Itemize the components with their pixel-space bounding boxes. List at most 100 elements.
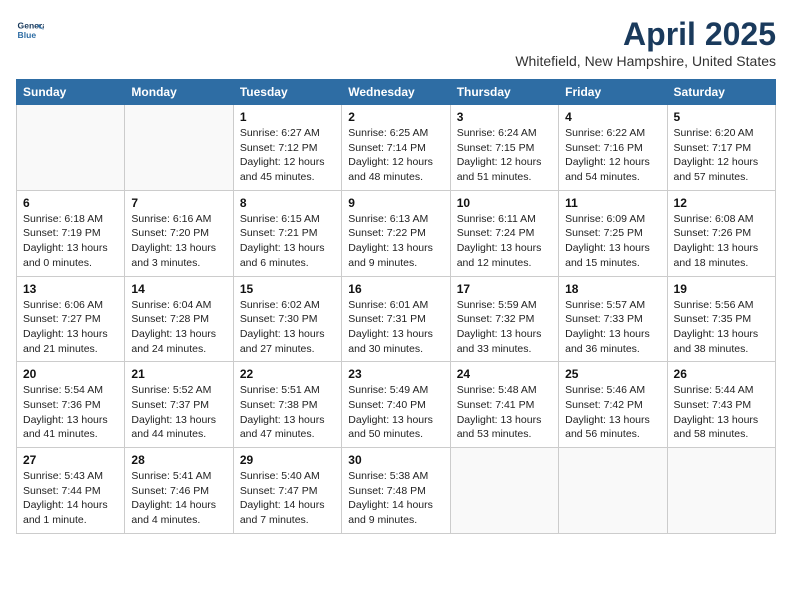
table-row: 5 Sunrise: 6:20 AM Sunset: 7:17 PM Daylig… — [667, 105, 775, 191]
table-row: 14 Sunrise: 6:04 AM Sunset: 7:28 PM Dayli… — [125, 276, 233, 362]
table-row: 13 Sunrise: 6:06 AM Sunset: 7:27 PM Dayli… — [17, 276, 125, 362]
table-row: 16Sunrise: 6:01 AM Sunset: 7:31 PM Dayli… — [342, 276, 450, 362]
day-number: 8 — [240, 196, 335, 210]
day-info: Sunrise: 5:43 AM Sunset: 7:44 PM Dayligh… — [23, 469, 118, 528]
day-number: 23 — [348, 367, 443, 381]
day-info: Sunrise: 5:56 AM Sunset: 7:35 PM Dayligh… — [674, 298, 769, 357]
day-info: Sunrise: 6:22 AM Sunset: 7:16 PM Dayligh… — [565, 126, 660, 185]
day-number: 15 — [240, 282, 335, 296]
calendar-week-row: 1 Sunrise: 6:27 AM Sunset: 7:12 PM Daylig… — [17, 105, 776, 191]
day-number: 7 — [131, 196, 226, 210]
day-number: 12 — [674, 196, 769, 210]
day-number: 13 — [23, 282, 118, 296]
header: General Blue April 2025 Whitefield, New … — [16, 16, 776, 69]
day-info: Sunrise: 6:04 AM Sunset: 7:28 PM Dayligh… — [131, 298, 226, 357]
day-info: Sunrise: 5:38 AM Sunset: 7:48 PM Dayligh… — [348, 469, 443, 528]
day-info: Sunrise: 6:09 AM Sunset: 7:25 PM Dayligh… — [565, 212, 660, 271]
day-info: Sunrise: 6:08 AM Sunset: 7:26 PM Dayligh… — [674, 212, 769, 271]
day-number: 4 — [565, 110, 660, 124]
table-row: 22Sunrise: 5:51 AM Sunset: 7:38 PM Dayli… — [233, 362, 341, 448]
day-number: 10 — [457, 196, 552, 210]
col-tuesday: Tuesday — [233, 80, 341, 105]
table-row: 17Sunrise: 5:59 AM Sunset: 7:32 PM Dayli… — [450, 276, 558, 362]
col-monday: Monday — [125, 80, 233, 105]
table-row: 8 Sunrise: 6:15 AM Sunset: 7:21 PM Daylig… — [233, 190, 341, 276]
day-info: Sunrise: 6:20 AM Sunset: 7:17 PM Dayligh… — [674, 126, 769, 185]
logo-icon: General Blue — [16, 16, 44, 44]
table-row: 9 Sunrise: 6:13 AM Sunset: 7:22 PM Daylig… — [342, 190, 450, 276]
table-row: 28 Sunrise: 5:41 AM Sunset: 7:46 PM Dayli… — [125, 448, 233, 534]
table-row — [125, 105, 233, 191]
day-number: 20 — [23, 367, 118, 381]
day-info: Sunrise: 6:11 AM Sunset: 7:24 PM Dayligh… — [457, 212, 552, 271]
table-row: 23Sunrise: 5:49 AM Sunset: 7:40 PM Dayli… — [342, 362, 450, 448]
calendar-body: 1 Sunrise: 6:27 AM Sunset: 7:12 PM Daylig… — [17, 105, 776, 534]
table-row: 30 Sunrise: 5:38 AM Sunset: 7:48 PM Dayli… — [342, 448, 450, 534]
table-row: 25 Sunrise: 5:46 AM Sunset: 7:42 PM Dayli… — [559, 362, 667, 448]
day-number: 2 — [348, 110, 443, 124]
day-number: 9 — [348, 196, 443, 210]
col-saturday: Saturday — [667, 80, 775, 105]
title-block: April 2025 Whitefield, New Hampshire, Un… — [515, 16, 776, 69]
table-row: 18Sunrise: 5:57 AM Sunset: 7:33 PM Dayli… — [559, 276, 667, 362]
day-number: 24 — [457, 367, 552, 381]
table-row: 15Sunrise: 6:02 AM Sunset: 7:30 PM Dayli… — [233, 276, 341, 362]
col-wednesday: Wednesday — [342, 80, 450, 105]
page-title: April 2025 — [515, 16, 776, 53]
day-info: Sunrise: 5:46 AM Sunset: 7:42 PM Dayligh… — [565, 383, 660, 442]
page-subtitle: Whitefield, New Hampshire, United States — [515, 53, 776, 69]
day-info: Sunrise: 6:24 AM Sunset: 7:15 PM Dayligh… — [457, 126, 552, 185]
day-number: 21 — [131, 367, 226, 381]
table-row — [450, 448, 558, 534]
day-info: Sunrise: 5:57 AM Sunset: 7:33 PM Dayligh… — [565, 298, 660, 357]
day-info: Sunrise: 6:15 AM Sunset: 7:21 PM Dayligh… — [240, 212, 335, 271]
table-row: 2 Sunrise: 6:25 AM Sunset: 7:14 PM Daylig… — [342, 105, 450, 191]
table-row: 12 Sunrise: 6:08 AM Sunset: 7:26 PM Dayli… — [667, 190, 775, 276]
day-number: 19 — [674, 282, 769, 296]
day-number: 6 — [23, 196, 118, 210]
day-info: Sunrise: 6:27 AM Sunset: 7:12 PM Dayligh… — [240, 126, 335, 185]
table-row: 10 Sunrise: 6:11 AM Sunset: 7:24 PM Dayli… — [450, 190, 558, 276]
day-number: 16 — [348, 282, 443, 296]
day-number: 26 — [674, 367, 769, 381]
day-number: 5 — [674, 110, 769, 124]
day-info: Sunrise: 5:54 AM Sunset: 7:36 PM Dayligh… — [23, 383, 118, 442]
table-row: 27Sunrise: 5:43 AM Sunset: 7:44 PM Dayli… — [17, 448, 125, 534]
day-number: 1 — [240, 110, 335, 124]
day-number: 17 — [457, 282, 552, 296]
day-number: 29 — [240, 453, 335, 467]
day-info: Sunrise: 6:25 AM Sunset: 7:14 PM Dayligh… — [348, 126, 443, 185]
table-row: 11 Sunrise: 6:09 AM Sunset: 7:25 PM Dayli… — [559, 190, 667, 276]
day-number: 11 — [565, 196, 660, 210]
table-row: 1 Sunrise: 6:27 AM Sunset: 7:12 PM Daylig… — [233, 105, 341, 191]
day-info: Sunrise: 6:06 AM Sunset: 7:27 PM Dayligh… — [23, 298, 118, 357]
col-thursday: Thursday — [450, 80, 558, 105]
day-info: Sunrise: 6:13 AM Sunset: 7:22 PM Dayligh… — [348, 212, 443, 271]
day-number: 3 — [457, 110, 552, 124]
day-info: Sunrise: 6:16 AM Sunset: 7:20 PM Dayligh… — [131, 212, 226, 271]
day-number: 14 — [131, 282, 226, 296]
table-row: 24Sunrise: 5:48 AM Sunset: 7:41 PM Dayli… — [450, 362, 558, 448]
table-row: 26 Sunrise: 5:44 AM Sunset: 7:43 PM Dayli… — [667, 362, 775, 448]
calendar-header-row: Sunday Monday Tuesday Wednesday Thursday… — [17, 80, 776, 105]
table-row: 20 Sunrise: 5:54 AM Sunset: 7:36 PM Dayli… — [17, 362, 125, 448]
day-info: Sunrise: 5:52 AM Sunset: 7:37 PM Dayligh… — [131, 383, 226, 442]
table-row: 3 Sunrise: 6:24 AM Sunset: 7:15 PM Daylig… — [450, 105, 558, 191]
day-info: Sunrise: 5:41 AM Sunset: 7:46 PM Dayligh… — [131, 469, 226, 528]
calendar-week-row: 27Sunrise: 5:43 AM Sunset: 7:44 PM Dayli… — [17, 448, 776, 534]
day-number: 28 — [131, 453, 226, 467]
day-number: 30 — [348, 453, 443, 467]
day-number: 25 — [565, 367, 660, 381]
day-info: Sunrise: 5:44 AM Sunset: 7:43 PM Dayligh… — [674, 383, 769, 442]
table-row: 6 Sunrise: 6:18 AM Sunset: 7:19 PM Daylig… — [17, 190, 125, 276]
day-info: Sunrise: 6:18 AM Sunset: 7:19 PM Dayligh… — [23, 212, 118, 271]
table-row: 7 Sunrise: 6:16 AM Sunset: 7:20 PM Daylig… — [125, 190, 233, 276]
calendar-table: Sunday Monday Tuesday Wednesday Thursday… — [16, 79, 776, 534]
day-number: 22 — [240, 367, 335, 381]
calendar-week-row: 20 Sunrise: 5:54 AM Sunset: 7:36 PM Dayli… — [17, 362, 776, 448]
day-info: Sunrise: 5:40 AM Sunset: 7:47 PM Dayligh… — [240, 469, 335, 528]
table-row: 4 Sunrise: 6:22 AM Sunset: 7:16 PM Daylig… — [559, 105, 667, 191]
svg-text:Blue: Blue — [18, 30, 37, 40]
table-row: 21 Sunrise: 5:52 AM Sunset: 7:37 PM Dayli… — [125, 362, 233, 448]
logo: General Blue — [16, 16, 44, 44]
